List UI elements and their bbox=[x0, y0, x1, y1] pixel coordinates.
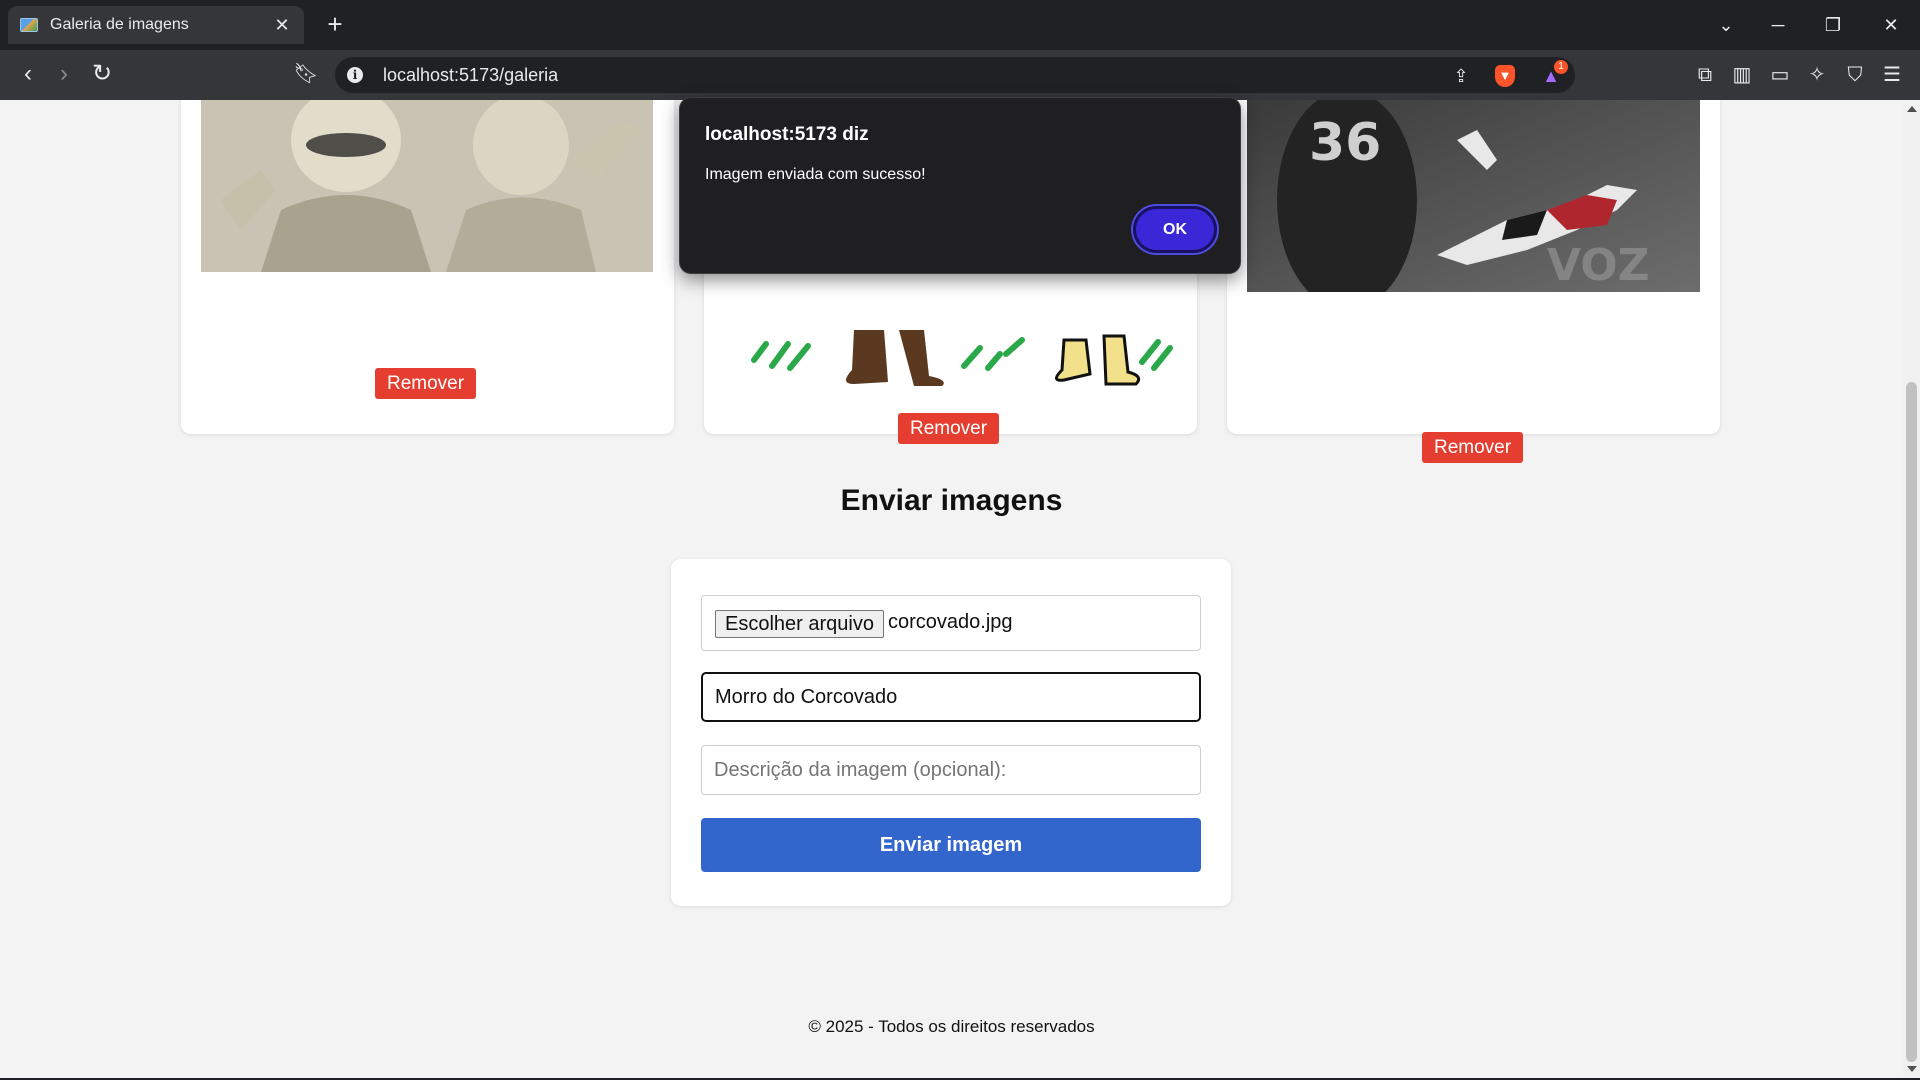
forward-button[interactable]: › bbox=[48, 59, 80, 91]
svg-text:VOZ: VOZ bbox=[1547, 240, 1650, 291]
ok-button[interactable]: OK bbox=[1133, 206, 1217, 253]
browser-tab-bar: Galeria de imagens ✕ + ⌄ ─ ❐ ✕ bbox=[0, 0, 1920, 50]
site-info-icon[interactable]: i bbox=[347, 67, 363, 83]
menu-icon[interactable]: ☰ bbox=[1878, 62, 1906, 90]
browser-tab[interactable]: Galeria de imagens ✕ bbox=[8, 6, 304, 44]
alert-title: localhost:5173 diz bbox=[705, 124, 869, 145]
restore-button[interactable]: ❐ bbox=[1813, 10, 1853, 40]
gallery-image: 36 VOZ bbox=[1247, 100, 1700, 292]
description-input[interactable] bbox=[701, 745, 1201, 795]
back-button[interactable]: ‹ bbox=[12, 59, 44, 91]
vpn-icon[interactable]: ⛉ bbox=[1841, 62, 1869, 90]
section-title: Enviar imagens bbox=[840, 484, 1063, 517]
remove-button[interactable]: Remover bbox=[375, 368, 477, 399]
favicon-icon bbox=[20, 18, 38, 32]
brave-rewards-icon[interactable]: ▲ 1 bbox=[1538, 60, 1568, 89]
page-scrollbar[interactable] bbox=[1903, 100, 1920, 1078]
bookmark-icon[interactable]: 🔖︎ bbox=[290, 59, 322, 91]
gallery-card: Remover bbox=[181, 100, 674, 434]
url-text[interactable]: localhost:5173/galeria bbox=[383, 65, 558, 86]
file-name: corcovado.jpg bbox=[888, 611, 1013, 633]
upload-form: Escolher arquivo corcovado.jpg Enviar im… bbox=[671, 559, 1231, 906]
new-tab-button[interactable]: + bbox=[318, 8, 352, 42]
address-bar[interactable]: i localhost:5173/galeria ⇪ ▼ ▲ 1 bbox=[335, 57, 1575, 93]
file-input[interactable]: Escolher arquivo corcovado.jpg bbox=[701, 595, 1201, 651]
gallery-image bbox=[201, 100, 653, 272]
wallet-icon[interactable]: ▭ bbox=[1766, 62, 1794, 90]
remove-button[interactable]: Remover bbox=[1422, 432, 1524, 463]
rewards-badge: 1 bbox=[1554, 60, 1568, 74]
sidebar-icon[interactable]: ▥ bbox=[1728, 62, 1756, 90]
submit-button[interactable]: Enviar imagem bbox=[701, 818, 1201, 872]
footer-text: © 2025 - Todos os direitos reservados bbox=[808, 1017, 1095, 1036]
browser-toolbar: ‹ › ↻ 🔖︎ i localhost:5173/galeria ⇪ ▼ ▲ … bbox=[0, 50, 1920, 100]
brave-shields-icon[interactable]: ▼ bbox=[1495, 65, 1515, 87]
tab-search-icon[interactable]: ⌄ bbox=[1706, 10, 1746, 40]
leo-ai-icon[interactable]: ✧ bbox=[1803, 62, 1831, 90]
scroll-thumb[interactable] bbox=[1906, 382, 1917, 1062]
choose-file-button[interactable]: Escolher arquivo bbox=[715, 610, 884, 638]
tab-title: Galeria de imagens bbox=[50, 16, 189, 33]
extensions-icon[interactable]: ⧉ bbox=[1691, 62, 1719, 90]
svg-text:36: 36 bbox=[1309, 113, 1381, 173]
share-icon[interactable]: ⇪ bbox=[1448, 63, 1474, 89]
gallery-card: 36 VOZ Remover bbox=[1227, 100, 1720, 463]
scroll-down-icon[interactable] bbox=[1907, 1066, 1917, 1072]
scroll-up-icon[interactable] bbox=[1907, 106, 1917, 112]
close-tab-icon[interactable]: ✕ bbox=[272, 15, 292, 36]
gallery-image bbox=[724, 310, 1176, 400]
minimize-button[interactable]: ─ bbox=[1758, 10, 1798, 40]
reload-icon[interactable]: ↻ bbox=[86, 59, 118, 91]
close-window-button[interactable]: ✕ bbox=[1871, 10, 1911, 40]
alert-dialog: localhost:5173 diz Imagem enviada com su… bbox=[679, 97, 1241, 274]
title-input[interactable] bbox=[701, 672, 1201, 722]
remove-button[interactable]: Remover bbox=[898, 413, 1000, 444]
alert-message: Imagem enviada com sucesso! bbox=[705, 166, 926, 183]
